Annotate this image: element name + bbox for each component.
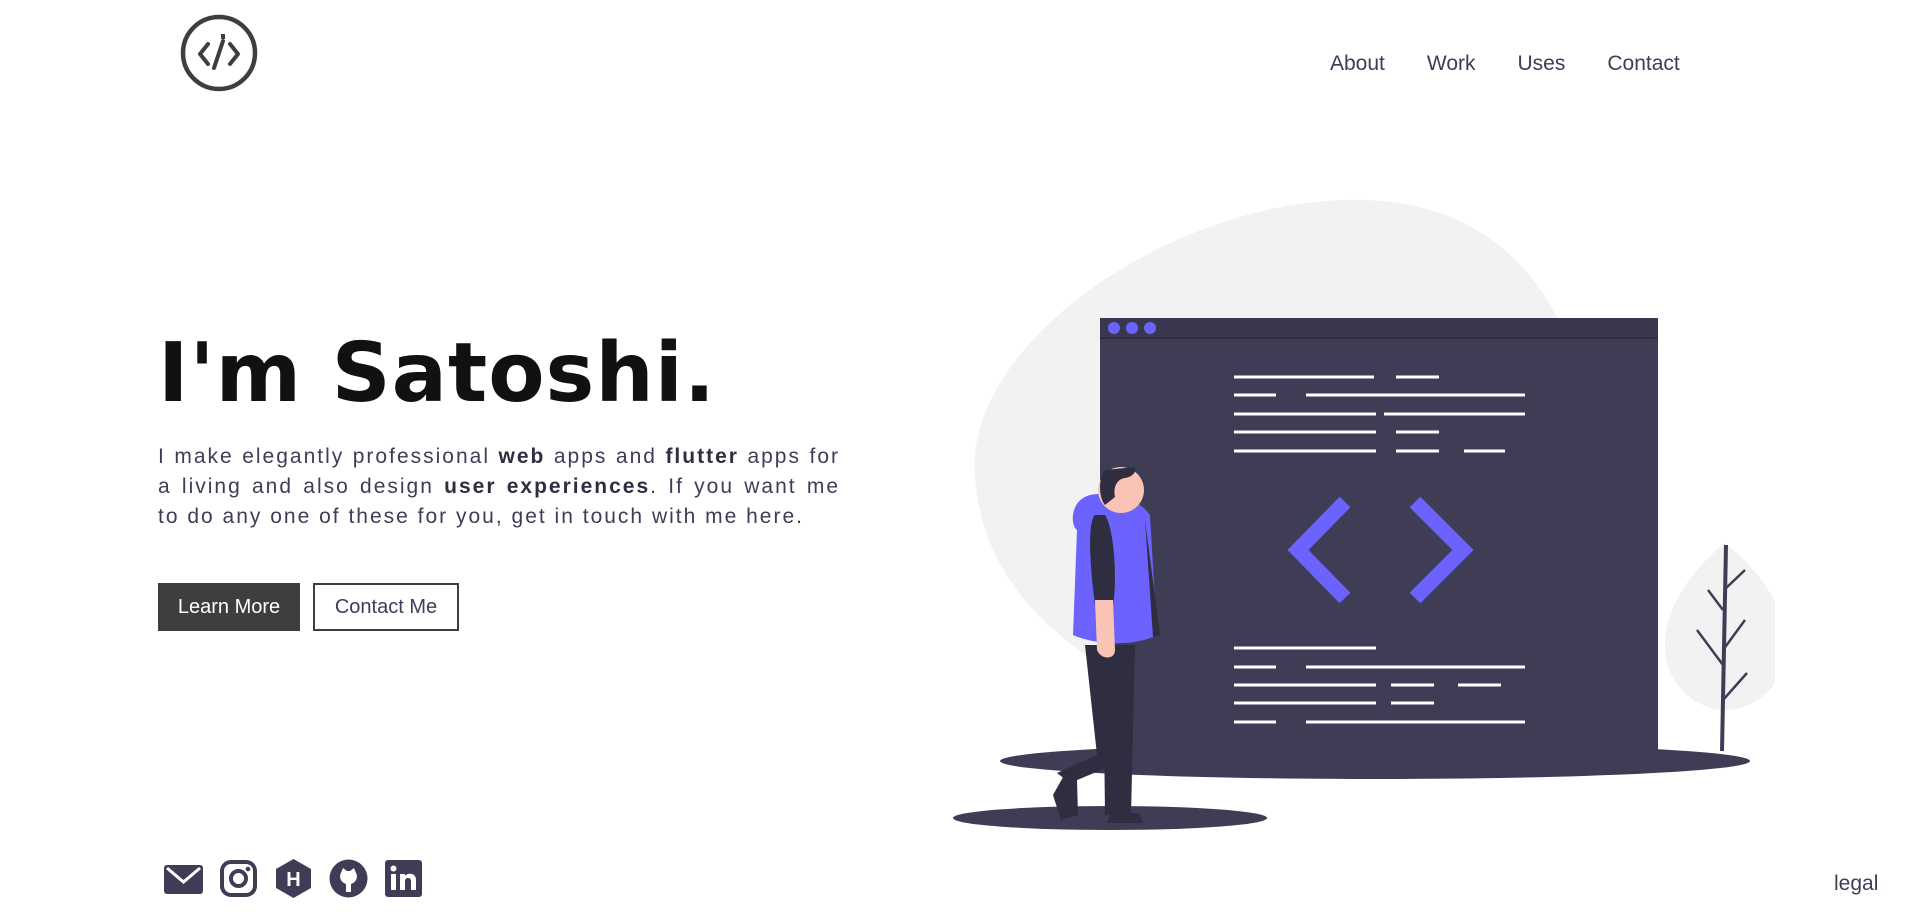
main-nav: About Work Uses Contact bbox=[1330, 50, 1722, 78]
learn-more-button[interactable]: Learn More bbox=[158, 583, 300, 631]
hero-description: I make elegantly professional web apps a… bbox=[158, 442, 840, 532]
code-window bbox=[1100, 318, 1658, 758]
nav-about[interactable]: About bbox=[1330, 50, 1385, 78]
hero-text-bold: user experiences bbox=[444, 475, 651, 498]
nav-uses[interactable]: Uses bbox=[1518, 50, 1566, 78]
hero-title: I'm Satoshi. bbox=[158, 326, 716, 421]
hashnode-icon[interactable]: H bbox=[273, 858, 314, 899]
linkedin-icon[interactable] bbox=[383, 858, 424, 899]
mail-icon[interactable] bbox=[163, 858, 204, 899]
social-links: H bbox=[163, 858, 424, 899]
instagram-icon[interactable] bbox=[218, 858, 259, 899]
code-logo-icon[interactable] bbox=[180, 14, 258, 92]
developer-illustration bbox=[953, 199, 1775, 830]
contact-me-button[interactable]: Contact Me bbox=[313, 583, 459, 631]
nav-contact[interactable]: Contact bbox=[1607, 50, 1679, 78]
hero-text-part: I make elegantly professional bbox=[158, 445, 499, 468]
nav-work[interactable]: Work bbox=[1427, 50, 1476, 78]
hero-text-bold: web bbox=[498, 445, 546, 468]
legal-link[interactable]: legal bbox=[1834, 872, 1878, 896]
tree bbox=[1664, 543, 1775, 752]
hero-text-bold: flutter bbox=[665, 445, 739, 468]
hero-text-part: apps and bbox=[545, 445, 666, 468]
github-icon[interactable] bbox=[328, 858, 369, 899]
svg-text:H: H bbox=[286, 869, 300, 891]
